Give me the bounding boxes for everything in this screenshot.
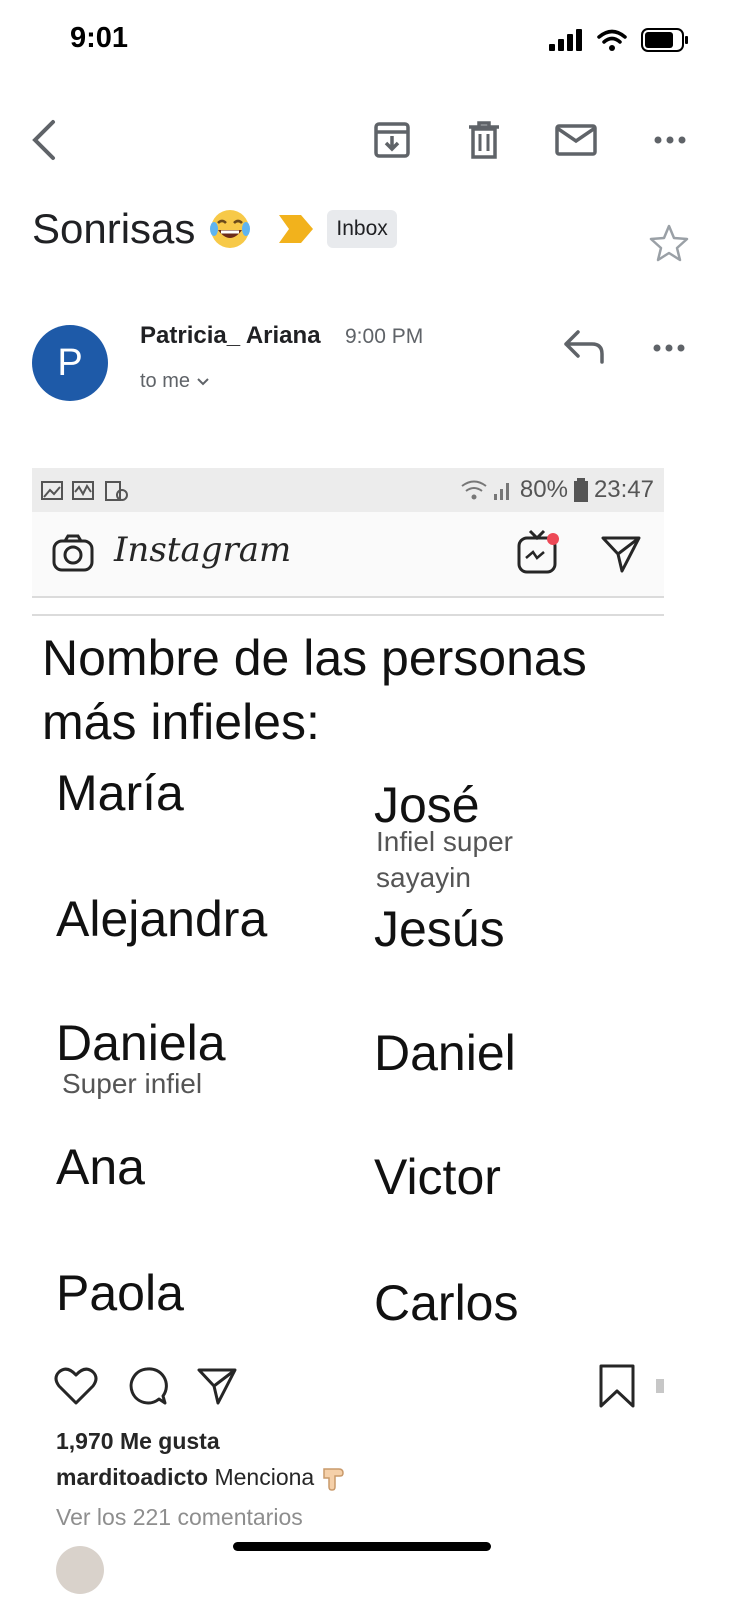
share-icon[interactable] — [196, 1366, 238, 1406]
archive-icon — [374, 122, 410, 158]
name-right-3: Daniel — [374, 1025, 516, 1081]
embedded-screenshot-image[interactable]: 80% 23:47 Instagram Nombre de las person… — [32, 468, 664, 1600]
notification-icons — [41, 481, 128, 501]
name-left-2: Alejandra — [56, 891, 268, 947]
recipient-details[interactable]: to me — [140, 370, 210, 393]
delete-button[interactable] — [462, 118, 506, 162]
chevron-left-icon — [32, 120, 55, 160]
android-status-bar: 80% 23:47 — [32, 468, 664, 512]
direct-message-icon[interactable] — [600, 534, 642, 574]
status-time: 9:01 — [70, 22, 129, 54]
divider — [32, 614, 664, 616]
name-note-jose: Infiel super sayayin — [376, 826, 513, 893]
star-icon — [649, 224, 689, 262]
inbox-label-chip[interactable]: Inbox — [327, 210, 397, 248]
more-options-button[interactable] — [648, 118, 692, 162]
commenter-avatar — [56, 1546, 104, 1594]
likes-count[interactable]: 1,970 Me gusta — [56, 1428, 220, 1455]
heart-icon[interactable] — [54, 1366, 98, 1406]
status-icons — [549, 28, 689, 52]
igtv-icon[interactable] — [516, 528, 562, 576]
instagram-top-bar: Instagram — [32, 512, 664, 598]
caption-username[interactable]: marditoadicto — [56, 1464, 208, 1490]
instagram-logo: Instagram — [114, 530, 292, 570]
camera-icon[interactable] — [52, 534, 94, 572]
chevron-down-icon — [197, 377, 209, 385]
home-indicator — [233, 1542, 491, 1551]
name-left-3: Daniela — [56, 1015, 226, 1071]
name-note-daniela: Super infiel — [62, 1068, 203, 1099]
important-marker-icon[interactable] — [279, 215, 314, 243]
battery-icon — [641, 28, 688, 52]
android-battery-text: 80% — [519, 476, 568, 503]
wifi-signal-icon — [461, 480, 509, 500]
name-left-5: Paola — [56, 1265, 184, 1321]
back-button[interactable] — [22, 118, 66, 162]
view-comments-link[interactable]: Ver los 221 comentarios — [56, 1504, 303, 1531]
email-subject-row: Sonrisas Inbox — [32, 205, 397, 253]
bookmark-icon[interactable] — [598, 1364, 636, 1408]
caption-text: Menciona — [214, 1464, 315, 1490]
cellular-signal-icon — [549, 29, 582, 51]
sender-name: Patricia_ Ariana — [140, 322, 321, 349]
laughing-tears-emoji-icon — [210, 210, 251, 248]
more-icon — [653, 344, 685, 352]
pointing-down-hand-icon — [322, 1468, 344, 1491]
reply-icon — [564, 330, 604, 364]
android-time: 23:47 — [593, 476, 654, 503]
archive-button[interactable] — [370, 118, 414, 162]
reply-button[interactable] — [562, 328, 606, 369]
sender-avatar[interactable]: P — [32, 325, 108, 401]
post-heading: Nombre de las personas más infieles: — [42, 630, 587, 750]
trash-icon — [469, 121, 499, 159]
post-caption: marditoadicto Menciona — [56, 1464, 345, 1491]
email-time: 9:00 PM — [345, 325, 424, 348]
name-left-1: María — [56, 765, 184, 821]
carousel-indicator — [656, 1379, 664, 1393]
star-button[interactable] — [649, 224, 689, 267]
battery-icon — [573, 478, 588, 502]
email-subject: Sonrisas — [32, 205, 196, 252]
mail-icon — [555, 124, 597, 156]
wifi-icon — [597, 29, 627, 51]
name-right-2: Jesús — [374, 901, 505, 957]
name-right-5: Carlos — [374, 1275, 519, 1331]
message-more-button[interactable] — [652, 340, 686, 358]
more-icon — [654, 136, 686, 144]
name-left-4: Ana — [56, 1139, 145, 1195]
android-status-right: 80% 23:47 — [460, 476, 654, 504]
comment-icon[interactable] — [126, 1366, 168, 1406]
mark-unread-button[interactable] — [554, 118, 598, 162]
name-right-4: Victor — [374, 1149, 501, 1205]
recipient-label: to me — [140, 370, 191, 392]
